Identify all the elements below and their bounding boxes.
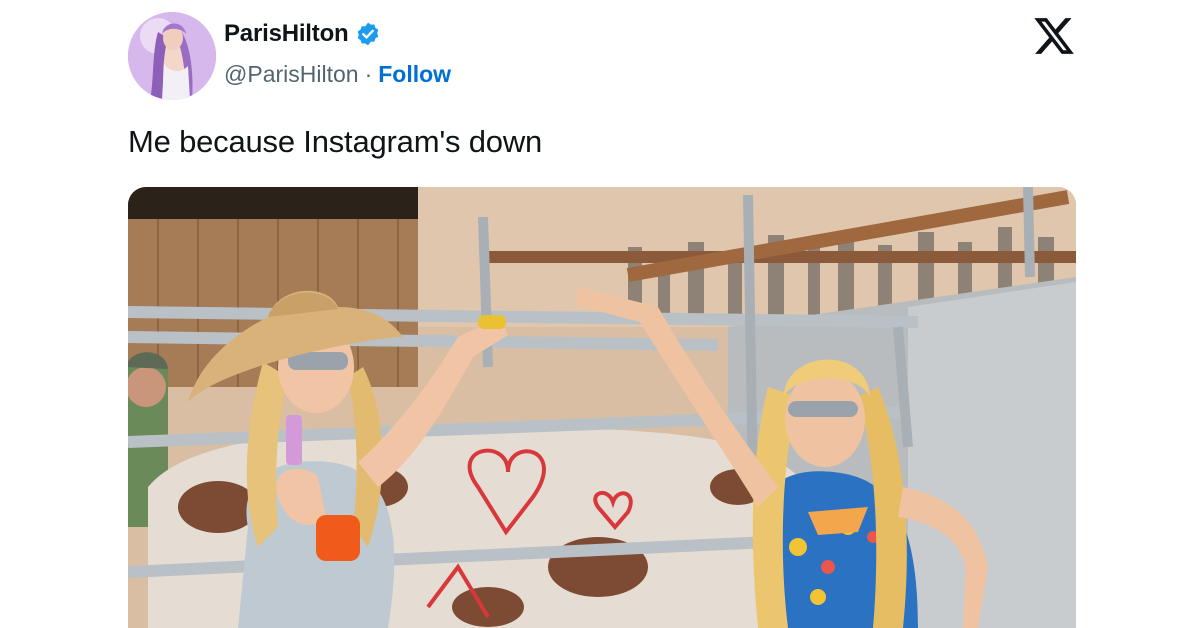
tweet-text: Me because Instagram's down: [128, 124, 543, 159]
display-name[interactable]: ParisHilton: [224, 20, 349, 48]
photo-illustration: [128, 187, 1076, 628]
verified-badge-icon: [355, 21, 381, 47]
author-handle[interactable]: @ParisHilton: [224, 61, 359, 88]
author-name-row: ParisHilton: [224, 20, 381, 48]
handle-separator: ·: [364, 61, 373, 87]
follow-link[interactable]: Follow: [378, 61, 451, 88]
tweet-card: ParisHilton @ParisHilton · Follow Me bec…: [0, 0, 1200, 628]
x-logo-icon[interactable]: [1032, 14, 1076, 58]
tweet-media-photo[interactable]: [128, 187, 1076, 628]
author-handle-row: @ParisHilton · Follow: [224, 61, 451, 88]
avatar-image: [128, 12, 216, 100]
avatar[interactable]: [128, 12, 216, 100]
